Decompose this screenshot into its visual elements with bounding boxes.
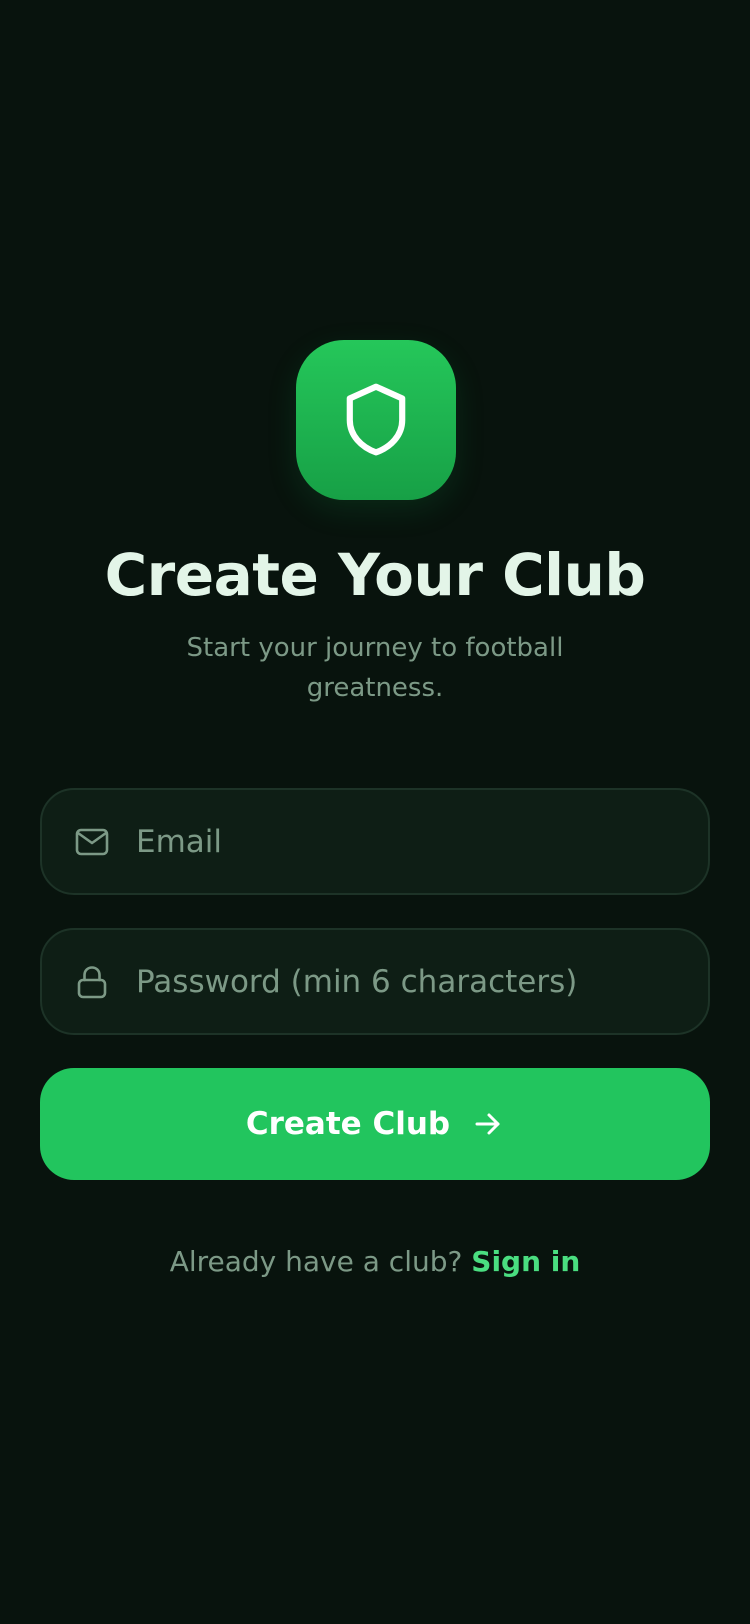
lock-icon [74,964,110,1000]
sign-in-link[interactable]: Sign in [471,1245,580,1278]
email-field[interactable] [40,788,710,895]
signin-prompt-text: Already have a club? [169,1245,463,1278]
shield-icon [346,383,406,456]
page-title: Create Your Club [104,541,646,609]
signup-screen: Create Your Club Start your journey to f… [0,0,750,1624]
password-input[interactable] [134,930,684,1033]
email-input[interactable] [134,790,684,893]
club-logo [296,340,456,500]
mail-icon [74,824,110,860]
create-club-button-label: Create Club [245,1106,451,1142]
arrow-right-icon [472,1108,504,1140]
create-club-button[interactable]: Create Club [40,1068,710,1180]
page-subtitle: Start your journey to football greatness… [186,633,564,703]
signin-prompt: Already have a club? Sign in [0,1242,750,1282]
password-field[interactable] [40,928,710,1035]
